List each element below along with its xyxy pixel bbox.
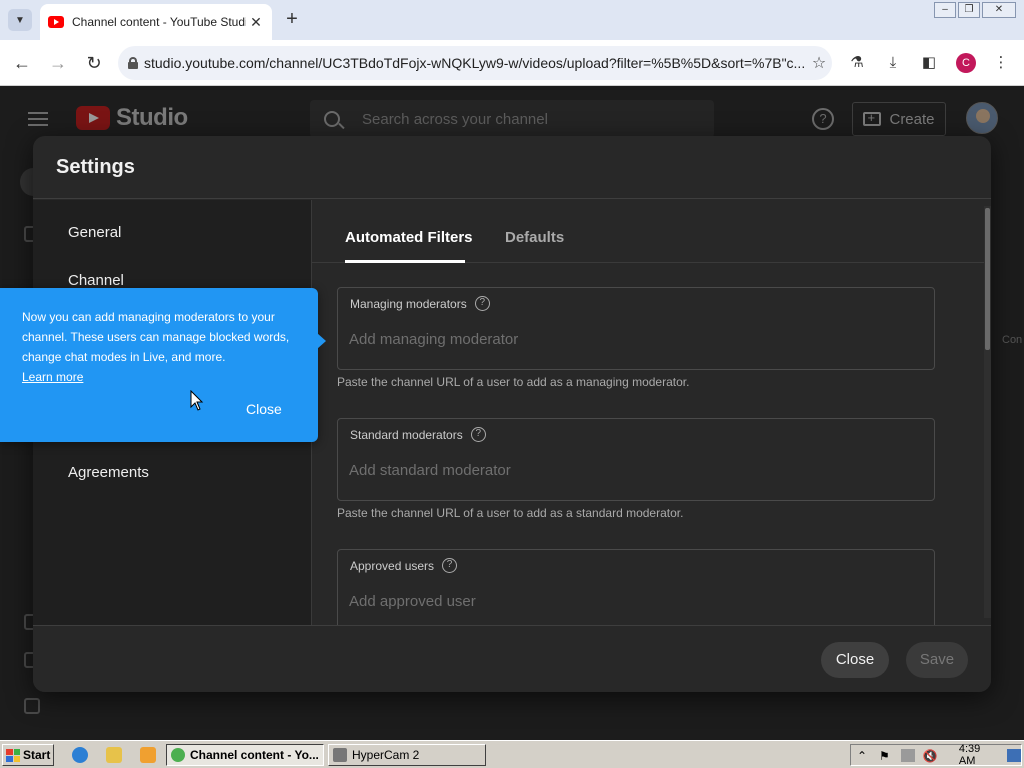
managing-moderators-field[interactable]: Managing moderators ? bbox=[337, 287, 935, 370]
tab-defaults[interactable]: Defaults bbox=[505, 229, 564, 246]
window-close-button[interactable]: ✕ bbox=[982, 2, 1016, 18]
managing-moderators-label: Managing moderators ? bbox=[350, 296, 490, 311]
taskbar-browser-label: Channel content - Yo... bbox=[190, 748, 319, 762]
close-button[interactable]: Close bbox=[821, 642, 889, 678]
help-question-icon[interactable]: ? bbox=[474, 296, 490, 311]
create-label: Create bbox=[889, 110, 935, 128]
settings-content: Automated Filters Defaults Managing mode… bbox=[311, 200, 991, 625]
approved-user-input[interactable] bbox=[349, 590, 919, 612]
new-tab-button[interactable]: + bbox=[280, 8, 304, 32]
tooltip-close-button[interactable]: Close bbox=[246, 401, 282, 417]
taskbar-hypercam-label: HyperCam 2 bbox=[352, 748, 420, 762]
content-scrollbar[interactable] bbox=[984, 206, 991, 618]
standard-moderators-field[interactable]: Standard moderators ? bbox=[337, 418, 935, 501]
sidebar-feedback-icon bbox=[24, 698, 40, 714]
approved-users-field[interactable]: Approved users ? bbox=[337, 549, 935, 625]
tray-expand-icon[interactable]: ⌃ bbox=[857, 749, 871, 763]
dialog-header: Settings bbox=[33, 136, 991, 199]
studio-search-placeholder: Search across your channel bbox=[362, 110, 548, 128]
help-question-icon[interactable]: ? bbox=[470, 427, 486, 442]
internet-explorer-icon[interactable] bbox=[72, 747, 88, 763]
taskbar-item-browser[interactable]: Channel content - Yo... bbox=[166, 744, 324, 766]
tab-search-chevron-icon[interactable]: ▼ bbox=[8, 9, 32, 31]
approved-users-label-text: Approved users bbox=[350, 558, 435, 573]
tooltip-body-text: Now you can add managing moderators to y… bbox=[22, 310, 290, 364]
download-icon[interactable]: ⤓ bbox=[882, 52, 904, 74]
managing-moderators-help: Paste the channel URL of a user to add a… bbox=[337, 375, 690, 389]
tab-automated-filters[interactable]: Automated Filters bbox=[345, 229, 473, 246]
managing-moderator-input[interactable] bbox=[349, 328, 919, 350]
labs-flask-icon[interactable]: ⚗ bbox=[846, 52, 868, 74]
browser-tab[interactable]: Channel content - YouTube Studio ✕ bbox=[40, 4, 272, 40]
tray-show-desktop-icon[interactable] bbox=[1007, 748, 1022, 762]
learn-more-link[interactable]: Learn more bbox=[22, 370, 83, 384]
standard-moderators-help: Paste the channel URL of a user to add a… bbox=[337, 506, 684, 520]
start-button[interactable]: Start bbox=[2, 744, 54, 766]
address-bar[interactable]: studio.youtube.com/channel/UC3TBdoTdFojx… bbox=[118, 46, 832, 80]
browser-tab-bar: ▼ Channel content - YouTube Studio ✕ + –… bbox=[0, 0, 1024, 40]
forward-arrow-icon[interactable]: → bbox=[46, 51, 70, 75]
hypercam-icon bbox=[333, 748, 347, 762]
settings-nav-agreements[interactable]: Agreements bbox=[68, 464, 149, 481]
system-tray: ⌃ ⚑ 🔇 4:39 AM bbox=[850, 743, 1022, 767]
window-controls: – ❐ ✕ bbox=[934, 2, 1016, 18]
search-icon bbox=[324, 111, 340, 127]
url-text[interactable]: studio.youtube.com/channel/UC3TBdoTdFojx… bbox=[144, 55, 806, 71]
start-label: Start bbox=[23, 748, 51, 762]
taskbar-item-hypercam[interactable]: HyperCam 2 bbox=[328, 744, 486, 766]
save-button[interactable]: Save bbox=[906, 642, 968, 678]
moderators-tooltip: Now you can add managing moderators to y… bbox=[0, 288, 326, 442]
more-menu-icon[interactable]: ⋮ bbox=[990, 52, 1012, 74]
minimize-button[interactable]: – bbox=[934, 2, 956, 18]
settings-nav-channel[interactable]: Channel bbox=[68, 272, 124, 289]
folder-icon[interactable] bbox=[106, 747, 122, 763]
tray-volume-muted-icon[interactable]: 🔇 bbox=[923, 749, 938, 763]
tray-network-icon[interactable] bbox=[900, 748, 915, 762]
studio-logo-text[interactable]: Studio bbox=[116, 104, 188, 132]
menu-icon[interactable] bbox=[28, 112, 48, 126]
restore-button[interactable]: ❐ bbox=[958, 2, 980, 18]
approved-users-label: Approved users ? bbox=[350, 558, 458, 573]
media-player-icon[interactable] bbox=[140, 747, 156, 763]
youtube-favicon-icon bbox=[48, 16, 64, 28]
windows-taskbar: Start Channel content - Yo... HyperCam 2… bbox=[0, 740, 1024, 768]
channel-avatar[interactable] bbox=[966, 102, 998, 134]
back-arrow-icon[interactable]: ← bbox=[10, 51, 34, 75]
background-column-text: Con bbox=[1002, 334, 1023, 346]
standard-moderators-label: Standard moderators ? bbox=[350, 427, 486, 442]
help-question-icon[interactable]: ? bbox=[442, 558, 458, 573]
scrollbar-thumb[interactable] bbox=[985, 208, 990, 350]
browser-toolbar: ← → ↻ studio.youtube.com/channel/UC3TBdo… bbox=[0, 40, 1024, 86]
settings-nav-general[interactable]: General bbox=[68, 224, 121, 241]
taskbar-clock: 4:39 AM bbox=[958, 743, 981, 767]
chrome-icon bbox=[171, 748, 185, 762]
studio-search-bar[interactable]: Search across your channel bbox=[310, 100, 714, 138]
tab-title: Channel content - YouTube Studio bbox=[72, 15, 246, 29]
tooltip-message: Now you can add managing moderators to y… bbox=[22, 307, 302, 387]
create-button[interactable]: Create bbox=[852, 102, 946, 136]
windows-logo-icon bbox=[6, 748, 20, 762]
managing-moderators-label-text: Managing moderators bbox=[350, 296, 467, 311]
reload-icon[interactable]: ↻ bbox=[82, 51, 106, 75]
help-icon[interactable]: ? bbox=[812, 108, 834, 130]
tab-close-icon[interactable]: ✕ bbox=[246, 14, 266, 31]
bookmark-star-icon[interactable]: ☆ bbox=[806, 53, 832, 73]
standard-moderators-label-text: Standard moderators bbox=[350, 427, 463, 442]
tray-flag-icon[interactable]: ⚑ bbox=[879, 749, 893, 763]
youtube-logo-icon[interactable] bbox=[76, 106, 110, 130]
dialog-title: Settings bbox=[56, 155, 135, 178]
settings-tabs: Automated Filters Defaults bbox=[312, 200, 991, 263]
lock-icon[interactable] bbox=[128, 57, 138, 69]
create-video-icon bbox=[863, 110, 882, 126]
active-tab-indicator bbox=[345, 260, 465, 263]
side-panel-icon[interactable]: ◧ bbox=[918, 52, 940, 74]
standard-moderator-input[interactable] bbox=[349, 459, 919, 481]
dialog-footer: Close Save bbox=[33, 625, 991, 692]
profile-avatar[interactable]: C bbox=[956, 53, 976, 73]
